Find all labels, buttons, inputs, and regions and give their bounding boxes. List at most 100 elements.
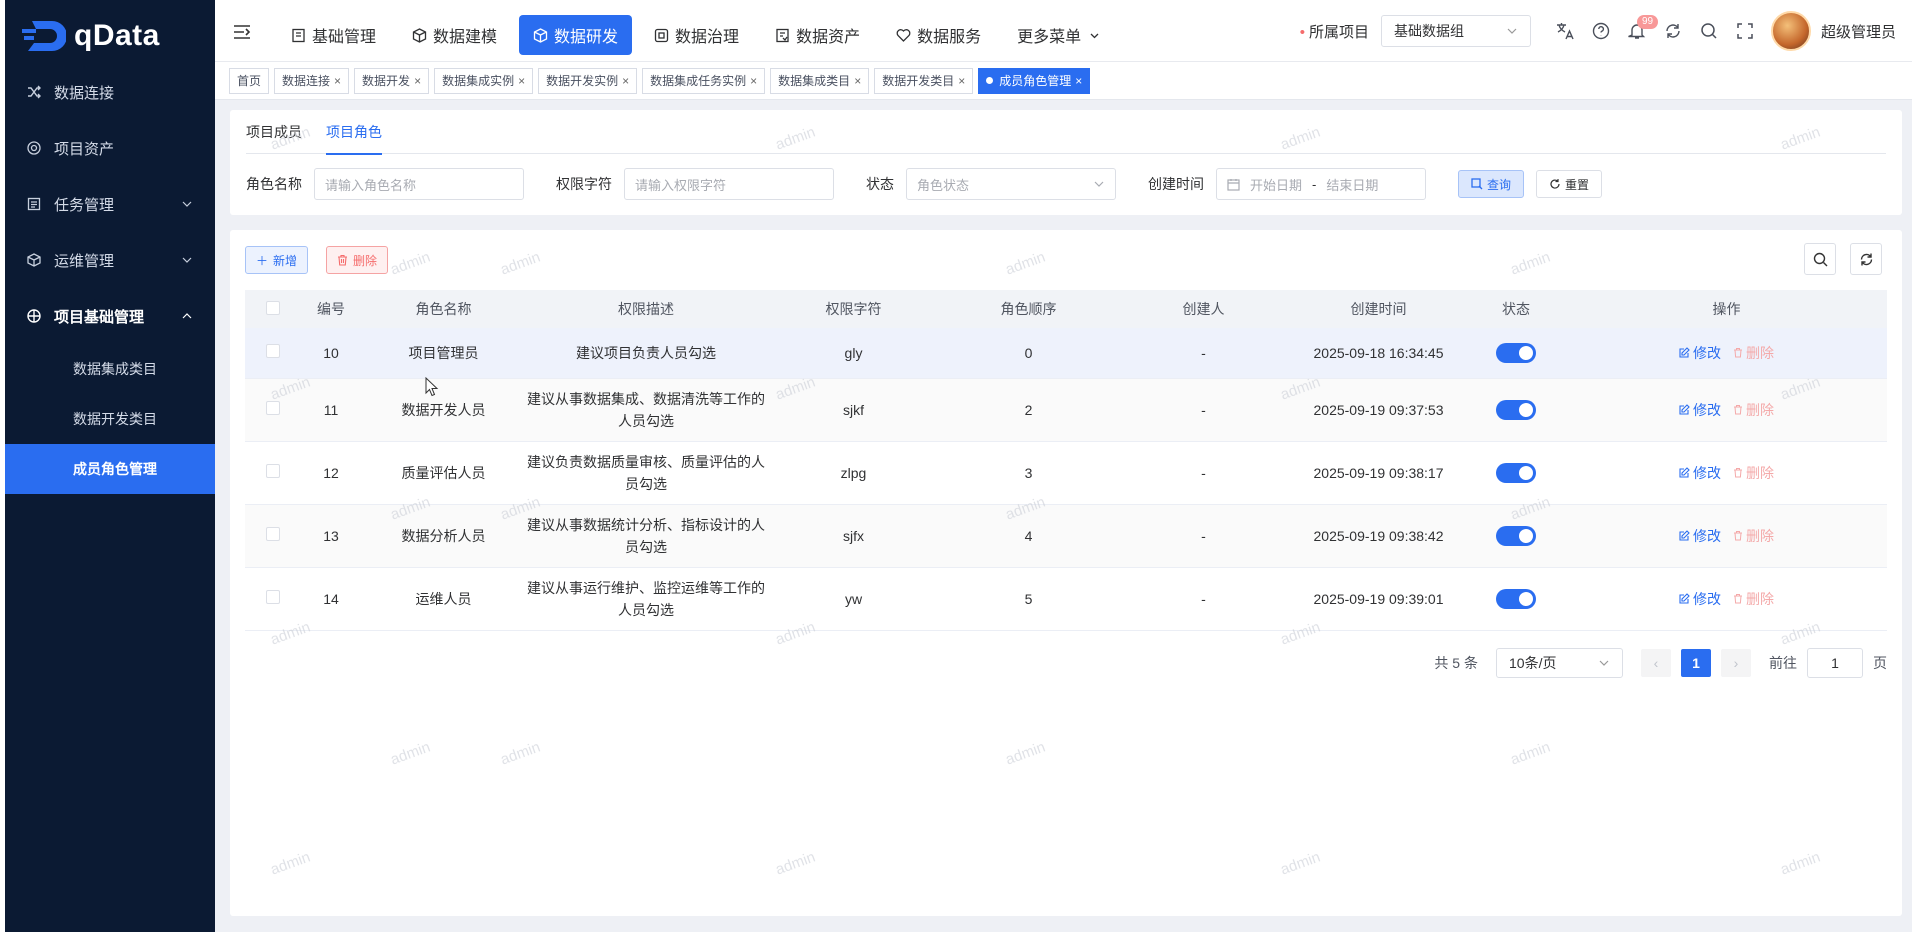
close-icon[interactable]: × xyxy=(518,74,525,88)
next-page-button[interactable]: › xyxy=(1721,649,1751,677)
edit-button[interactable]: 修改 xyxy=(1679,463,1721,483)
sidebar-item-data-connection[interactable]: 数据连接 xyxy=(5,64,215,120)
refresh-table-button[interactable] xyxy=(1850,243,1882,275)
cell-name: 数据分析人员 xyxy=(361,504,526,568)
add-button[interactable]: ＋ 新增 xyxy=(245,246,309,274)
row-checkbox[interactable] xyxy=(266,527,280,541)
project-select[interactable]: 基础数据组 xyxy=(1380,15,1531,47)
edit-button[interactable]: 修改 xyxy=(1679,526,1721,546)
status-toggle[interactable] xyxy=(1496,399,1536,420)
refresh-icon[interactable] xyxy=(1663,21,1683,41)
sidebar-item-task-management[interactable]: 任务管理 xyxy=(5,176,215,232)
close-icon[interactable]: × xyxy=(854,74,861,88)
edit-button[interactable]: 修改 xyxy=(1679,589,1721,609)
edit-button[interactable]: 修改 xyxy=(1679,400,1721,420)
sidebar-item-label: 项目资产 xyxy=(54,140,115,158)
collapse-menu-icon[interactable] xyxy=(233,24,251,40)
tag-home[interactable]: 首页 xyxy=(229,67,270,94)
delete-row-button[interactable]: 删除 xyxy=(1733,343,1774,363)
query-button[interactable]: 查询 xyxy=(1458,170,1525,198)
role-name-input[interactable]: 请输入角色名称 xyxy=(314,168,524,200)
tag-item-active[interactable]: 成员角色管理 × xyxy=(978,67,1091,94)
add-button-label: 新增 xyxy=(273,253,298,268)
row-checkbox[interactable] xyxy=(266,590,280,604)
bell-icon[interactable]: 99 xyxy=(1627,15,1659,41)
close-icon[interactable]: × xyxy=(750,74,757,88)
topnav-label: 数据资产 xyxy=(796,29,861,46)
tag-item[interactable]: 数据集成任务实例 × xyxy=(642,67,766,94)
table-row[interactable]: 12 质量评估人员 建议负责数据质量审核、质量评估的人员勾选 zlpg 3 - … xyxy=(245,441,1887,505)
table-row[interactable]: 13 数据分析人员 建议从事数据统计分析、指标设计的人员勾选 sjfx 4 - … xyxy=(245,504,1887,568)
logo[interactable]: qData xyxy=(22,14,160,58)
select-all-checkbox[interactable] xyxy=(266,300,280,315)
row-checkbox[interactable] xyxy=(266,401,280,415)
delete-row-button[interactable]: 删除 xyxy=(1733,526,1774,546)
search-icon[interactable] xyxy=(1699,21,1719,41)
sidebar-item-project-assets[interactable]: 项目资产 xyxy=(5,120,215,176)
help-icon[interactable] xyxy=(1591,21,1611,41)
topnav-data-development[interactable]: 数据研发 xyxy=(519,15,633,55)
table-row[interactable]: 10 项目管理员 建议项目负责人员勾选 gly 0 - 2025-09-18 1… xyxy=(245,328,1887,379)
tag-label: 数据连接 xyxy=(282,74,331,88)
tab-project-members[interactable]: 项目成员 xyxy=(246,110,302,154)
sidebar-subitem-dev-category[interactable]: 数据开发类目 xyxy=(5,394,215,444)
close-icon[interactable]: × xyxy=(1075,74,1082,88)
username[interactable]: 超级管理员 xyxy=(1821,21,1896,42)
tag-item[interactable]: 数据集成实例 × xyxy=(434,67,534,94)
sidebar-subitem-label: 数据集成类目 xyxy=(73,361,157,377)
reset-button[interactable]: 重置 xyxy=(1536,170,1603,198)
close-icon[interactable]: × xyxy=(334,74,341,88)
sidebar-item-ops-management[interactable]: 运维管理 xyxy=(5,232,215,288)
page-size-select[interactable]: 10条/页 xyxy=(1496,648,1623,678)
sidebar-item-label: 运维管理 xyxy=(54,252,115,270)
tag-item[interactable]: 数据连接 × xyxy=(274,67,350,94)
topnav-data-modeling[interactable]: 数据建模 xyxy=(398,15,511,55)
date-range-picker[interactable]: 开始日期 - 结束日期 xyxy=(1216,168,1426,200)
edit-button[interactable]: 修改 xyxy=(1679,343,1721,363)
tab-project-roles[interactable]: 项目角色 xyxy=(326,110,382,155)
close-icon[interactable]: × xyxy=(414,74,421,88)
tag-label: 数据开发 xyxy=(362,74,411,88)
prev-page-button[interactable]: ‹ xyxy=(1641,649,1671,677)
cell-id: 14 xyxy=(301,567,361,631)
close-icon[interactable]: × xyxy=(622,74,629,88)
sidebar-subitem-member-role-management[interactable]: 成员角色管理 xyxy=(5,444,215,494)
topnav-basic-management[interactable]: 基础管理 xyxy=(277,15,390,55)
delete-row-button[interactable]: 删除 xyxy=(1733,400,1774,420)
tag-item[interactable]: 数据开发类目 × xyxy=(874,67,974,94)
status-placeholder: 角色状态 xyxy=(917,177,970,193)
toggle-search-button[interactable] xyxy=(1804,243,1836,275)
status-toggle[interactable] xyxy=(1496,342,1536,363)
row-checkbox[interactable] xyxy=(266,344,280,359)
tag-item[interactable]: 数据开发实例 × xyxy=(538,67,638,94)
topnav-data-assets[interactable]: 数据资产 xyxy=(761,15,874,55)
sidebar-item-label: 任务管理 xyxy=(54,196,115,214)
topnav-more-menu[interactable]: 更多菜单 xyxy=(1003,15,1116,55)
fullscreen-icon[interactable] xyxy=(1735,21,1755,41)
avatar[interactable] xyxy=(1770,11,1811,51)
delete-button[interactable]: 删除 xyxy=(326,246,389,274)
status-toggle[interactable] xyxy=(1496,525,1536,546)
topnav-data-services[interactable]: 数据服务 xyxy=(882,15,995,55)
close-icon[interactable]: × xyxy=(958,74,965,88)
status-toggle[interactable] xyxy=(1496,588,1536,609)
topnav-data-governance[interactable]: 数据治理 xyxy=(640,15,753,55)
status-select[interactable]: 角色状态 xyxy=(906,168,1116,200)
page-number-current[interactable]: 1 xyxy=(1681,649,1711,677)
status-toggle[interactable] xyxy=(1496,462,1536,483)
tag-item[interactable]: 数据开发 × xyxy=(354,67,430,94)
row-checkbox[interactable] xyxy=(266,464,280,478)
translate-icon[interactable] xyxy=(1555,21,1575,41)
goto-page-input[interactable]: 1 xyxy=(1807,648,1863,678)
perm-input[interactable]: 请输入权限字符 xyxy=(624,168,834,200)
sidebar-subitem-integration-category[interactable]: 数据集成类目 xyxy=(5,344,215,394)
mouse-cursor-icon xyxy=(425,377,439,397)
table-row[interactable]: 14 运维人员 建议从事运行维护、监控运维等工作的人员勾选 yw 5 - 202… xyxy=(245,567,1887,631)
sidebar-item-project-base-management[interactable]: 项目基础管理 xyxy=(5,288,215,344)
col-header: 操作 xyxy=(1566,290,1887,328)
delete-row-button[interactable]: 删除 xyxy=(1733,463,1774,483)
tag-item[interactable]: 数据集成类目 × xyxy=(770,67,870,94)
delete-row-button[interactable]: 删除 xyxy=(1733,589,1774,609)
table-row[interactable]: 11 数据开发人员 建议从事数据集成、数据清洗等工作的人员勾选 sjkf 2 -… xyxy=(245,378,1887,442)
cell-name: 项目管理员 xyxy=(361,328,526,379)
